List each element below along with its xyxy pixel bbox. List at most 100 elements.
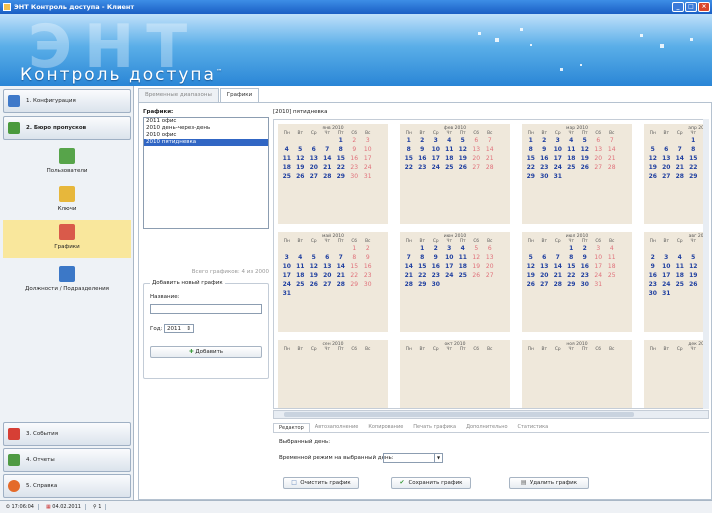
- calendar-day[interactable]: 13: [660, 154, 674, 163]
- calendar-day[interactable]: 7: [334, 253, 348, 262]
- calendar-day[interactable]: 27: [538, 280, 552, 289]
- calendar-day[interactable]: 23: [538, 163, 552, 172]
- calendar-day[interactable]: 17: [361, 154, 375, 163]
- calendar-day[interactable]: 2: [361, 244, 375, 253]
- calendar-day[interactable]: 24: [280, 280, 294, 289]
- calendar-day[interactable]: 3: [361, 136, 375, 145]
- calendar-day[interactable]: 20: [592, 154, 606, 163]
- calendar-day[interactable]: 11: [294, 262, 308, 271]
- calendar-day[interactable]: 11: [443, 145, 457, 154]
- calendar-day[interactable]: 20: [483, 262, 497, 271]
- calendar-day[interactable]: 10: [660, 262, 674, 271]
- calendar-day[interactable]: 23: [646, 280, 660, 289]
- delete-schedule-button[interactable]: ▤ Удалить график: [509, 477, 589, 489]
- calendar-day[interactable]: 3: [429, 136, 443, 145]
- calendar-day[interactable]: 31: [361, 172, 375, 181]
- calendar-day[interactable]: 8: [687, 145, 701, 154]
- calendar-day[interactable]: 13: [470, 145, 484, 154]
- calendar-day[interactable]: 9: [429, 253, 443, 262]
- calendar-day[interactable]: 17: [551, 154, 565, 163]
- calendar-day[interactable]: 30: [361, 280, 375, 289]
- calendar-day[interactable]: 16: [646, 271, 660, 280]
- editor-tab[interactable]: Редактор: [273, 423, 310, 432]
- calendar-day[interactable]: 21: [551, 271, 565, 280]
- calendar-day[interactable]: 27: [321, 280, 335, 289]
- calendar-day[interactable]: 23: [348, 163, 362, 172]
- calendar-day[interactable]: 2: [348, 136, 362, 145]
- calendar-day[interactable]: 30: [578, 280, 592, 289]
- calendar-day[interactable]: 2: [538, 136, 552, 145]
- calendar-day[interactable]: 20: [538, 271, 552, 280]
- calendar-day[interactable]: 21: [605, 154, 619, 163]
- calendar-day[interactable]: 31: [280, 289, 294, 298]
- calendar-day[interactable]: 6: [660, 145, 674, 154]
- save-schedule-button[interactable]: ✔ Сохранить график: [391, 477, 471, 489]
- calendar-day[interactable]: 15: [524, 154, 538, 163]
- calendar-day[interactable]: 30: [538, 172, 552, 181]
- calendar-day[interactable]: 16: [538, 154, 552, 163]
- calendar-day[interactable]: 18: [294, 271, 308, 280]
- calendar-day[interactable]: 16: [361, 262, 375, 271]
- calendar-day[interactable]: 22: [687, 163, 701, 172]
- calendar-day[interactable]: 28: [402, 280, 416, 289]
- calendar-day[interactable]: 4: [605, 244, 619, 253]
- calendar-day[interactable]: 23: [416, 163, 430, 172]
- calendar-day[interactable]: 12: [307, 262, 321, 271]
- calendar-day[interactable]: 14: [402, 262, 416, 271]
- vertical-scrollbar[interactable]: [703, 119, 709, 409]
- calendar-day[interactable]: 7: [402, 253, 416, 262]
- calendar-day[interactable]: 18: [456, 262, 470, 271]
- calendar-day[interactable]: 28: [673, 172, 687, 181]
- calendar-day[interactable]: 24: [592, 271, 606, 280]
- calendar-day[interactable]: 1: [348, 244, 362, 253]
- close-button[interactable]: ×: [698, 2, 710, 12]
- calendar-day[interactable]: 19: [456, 154, 470, 163]
- calendar-day[interactable]: 6: [470, 136, 484, 145]
- calendar-day[interactable]: 5: [456, 136, 470, 145]
- editor-tab[interactable]: Дополнительно: [461, 423, 512, 432]
- calendar-day[interactable]: 6: [538, 253, 552, 262]
- calendar-day[interactable]: 27: [592, 163, 606, 172]
- calendar-day[interactable]: 25: [294, 280, 308, 289]
- calendar-day[interactable]: 15: [348, 262, 362, 271]
- calendar-day[interactable]: 27: [307, 172, 321, 181]
- calendar-day[interactable]: 22: [565, 271, 579, 280]
- calendar-day[interactable]: 28: [321, 172, 335, 181]
- calendar-day[interactable]: 25: [443, 163, 457, 172]
- calendar-day[interactable]: 19: [646, 163, 660, 172]
- calendar-day[interactable]: 11: [456, 253, 470, 262]
- calendar-day[interactable]: 17: [280, 271, 294, 280]
- calendar-day[interactable]: 25: [673, 280, 687, 289]
- calendar-day[interactable]: 16: [429, 262, 443, 271]
- calendar-day[interactable]: 19: [524, 271, 538, 280]
- nav-help[interactable]: 5. Справка: [3, 474, 131, 498]
- calendar-day[interactable]: 3: [592, 244, 606, 253]
- calendar-day[interactable]: 11: [280, 154, 294, 163]
- calendar-day[interactable]: 10: [429, 145, 443, 154]
- calendar-day[interactable]: 15: [565, 262, 579, 271]
- calendar-day[interactable]: 3: [443, 244, 457, 253]
- calendar-day[interactable]: 10: [592, 253, 606, 262]
- year-calendar[interactable]: янв 2010 Пн Вт Ср Чт Пт Сб Вс 1 2 3 4 5 6 7 8 9 10 11 12 13 1…: [273, 119, 709, 409]
- calendar-day[interactable]: 27: [660, 172, 674, 181]
- calendar-day[interactable]: 25: [280, 172, 294, 181]
- calendar-day[interactable]: 19: [294, 163, 308, 172]
- nav-pass-office[interactable]: 2. Бюро пропусков: [3, 116, 131, 140]
- minimize-button[interactable]: _: [672, 2, 684, 12]
- calendar-day[interactable]: 6: [592, 136, 606, 145]
- maximize-button[interactable]: □: [685, 2, 697, 12]
- editor-tab[interactable]: Копирование: [363, 423, 408, 432]
- sidebar-item-schedules[interactable]: Графики: [3, 220, 131, 258]
- schedule-list-item[interactable]: 2010 день-через-день: [144, 125, 268, 132]
- calendar-day[interactable]: 29: [348, 280, 362, 289]
- calendar-day[interactable]: 22: [416, 271, 430, 280]
- calendar-day[interactable]: 8: [348, 253, 362, 262]
- calendar-day[interactable]: 9: [646, 262, 660, 271]
- calendar-day[interactable]: 10: [443, 253, 457, 262]
- year-stepper[interactable]: 2011 ⇕: [164, 324, 194, 333]
- calendar-day[interactable]: 21: [334, 271, 348, 280]
- calendar-day[interactable]: 7: [605, 136, 619, 145]
- calendar-day[interactable]: 28: [483, 163, 497, 172]
- calendar-day[interactable]: 20: [321, 271, 335, 280]
- calendar-day[interactable]: 14: [551, 262, 565, 271]
